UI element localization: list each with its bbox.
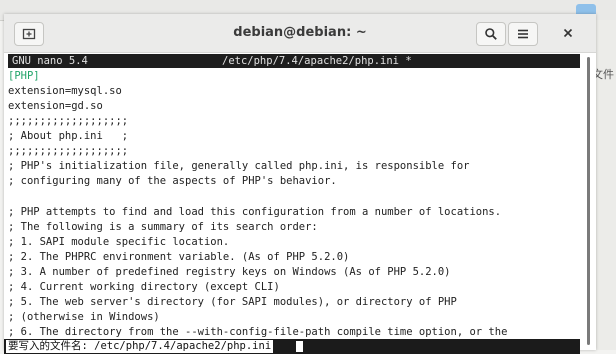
editor-line: ; (otherwise in Windows) bbox=[8, 311, 160, 323]
editor-line: extension=gd.so bbox=[8, 100, 103, 112]
nano-version: GNU nano 5.4 bbox=[12, 55, 88, 67]
editor-line: ; 2. The PHPRC environment variable. (As… bbox=[8, 251, 350, 263]
nano-status-bar: 要写入的文件名: /etc/php/7.4/apache2/php.ini bbox=[4, 339, 580, 354]
editor-line: ; 5. The web server's directory (for SAP… bbox=[8, 296, 457, 308]
editor-line: ; configuring many of the aspects of PHP… bbox=[8, 175, 337, 187]
editor-line: ; About php.ini ; bbox=[8, 130, 129, 142]
nano-header-bar: GNU nano 5.4 /etc/php/7.4/apache2/php.in… bbox=[8, 54, 580, 68]
search-button[interactable] bbox=[476, 22, 506, 46]
titlebar: debian@debian: ~ bbox=[4, 14, 596, 53]
editor-line: ; The following is a summary of its sear… bbox=[8, 221, 318, 233]
nano-filename: /etc/php/7.4/apache2/php.ini * bbox=[222, 55, 412, 67]
close-button[interactable] bbox=[554, 22, 582, 44]
text-cursor bbox=[296, 341, 303, 352]
terminal-window: debian@debian: ~ GNU nano 5.4 /etc/php/7… bbox=[4, 14, 596, 354]
terminal-scrollbar[interactable] bbox=[587, 57, 590, 345]
editor-line: ; 1. SAPI module specific location. bbox=[8, 236, 230, 248]
editor-line: ; 3. A number of predefined registry key… bbox=[8, 266, 451, 278]
editor-line: ; PHP attempts to find and load this con… bbox=[8, 206, 502, 218]
save-filename-prompt[interactable]: 要写入的文件名: /etc/php/7.4/apache2/php.ini bbox=[6, 340, 274, 353]
editor-line: ;;;;;;;;;;;;;;;;;;; bbox=[8, 115, 129, 127]
menu-button[interactable] bbox=[508, 22, 538, 46]
hamburger-menu-icon bbox=[518, 29, 528, 39]
editor-line: [PHP] bbox=[8, 70, 40, 82]
editor-line: ; 6. The directory from the --with-confi… bbox=[8, 326, 508, 338]
editor-line: ;;;;;;;;;;;;;;;;;;; bbox=[8, 145, 129, 157]
editor-line: ; 4. Current working directory (except C… bbox=[8, 281, 280, 293]
terminal-area[interactable]: GNU nano 5.4 /etc/php/7.4/apache2/php.in… bbox=[4, 53, 596, 354]
search-icon bbox=[485, 28, 497, 40]
editor-line: ; PHP's initialization file, generally c… bbox=[8, 160, 470, 172]
editor-line: extension=mysql.so bbox=[8, 85, 122, 97]
close-icon bbox=[563, 28, 573, 38]
